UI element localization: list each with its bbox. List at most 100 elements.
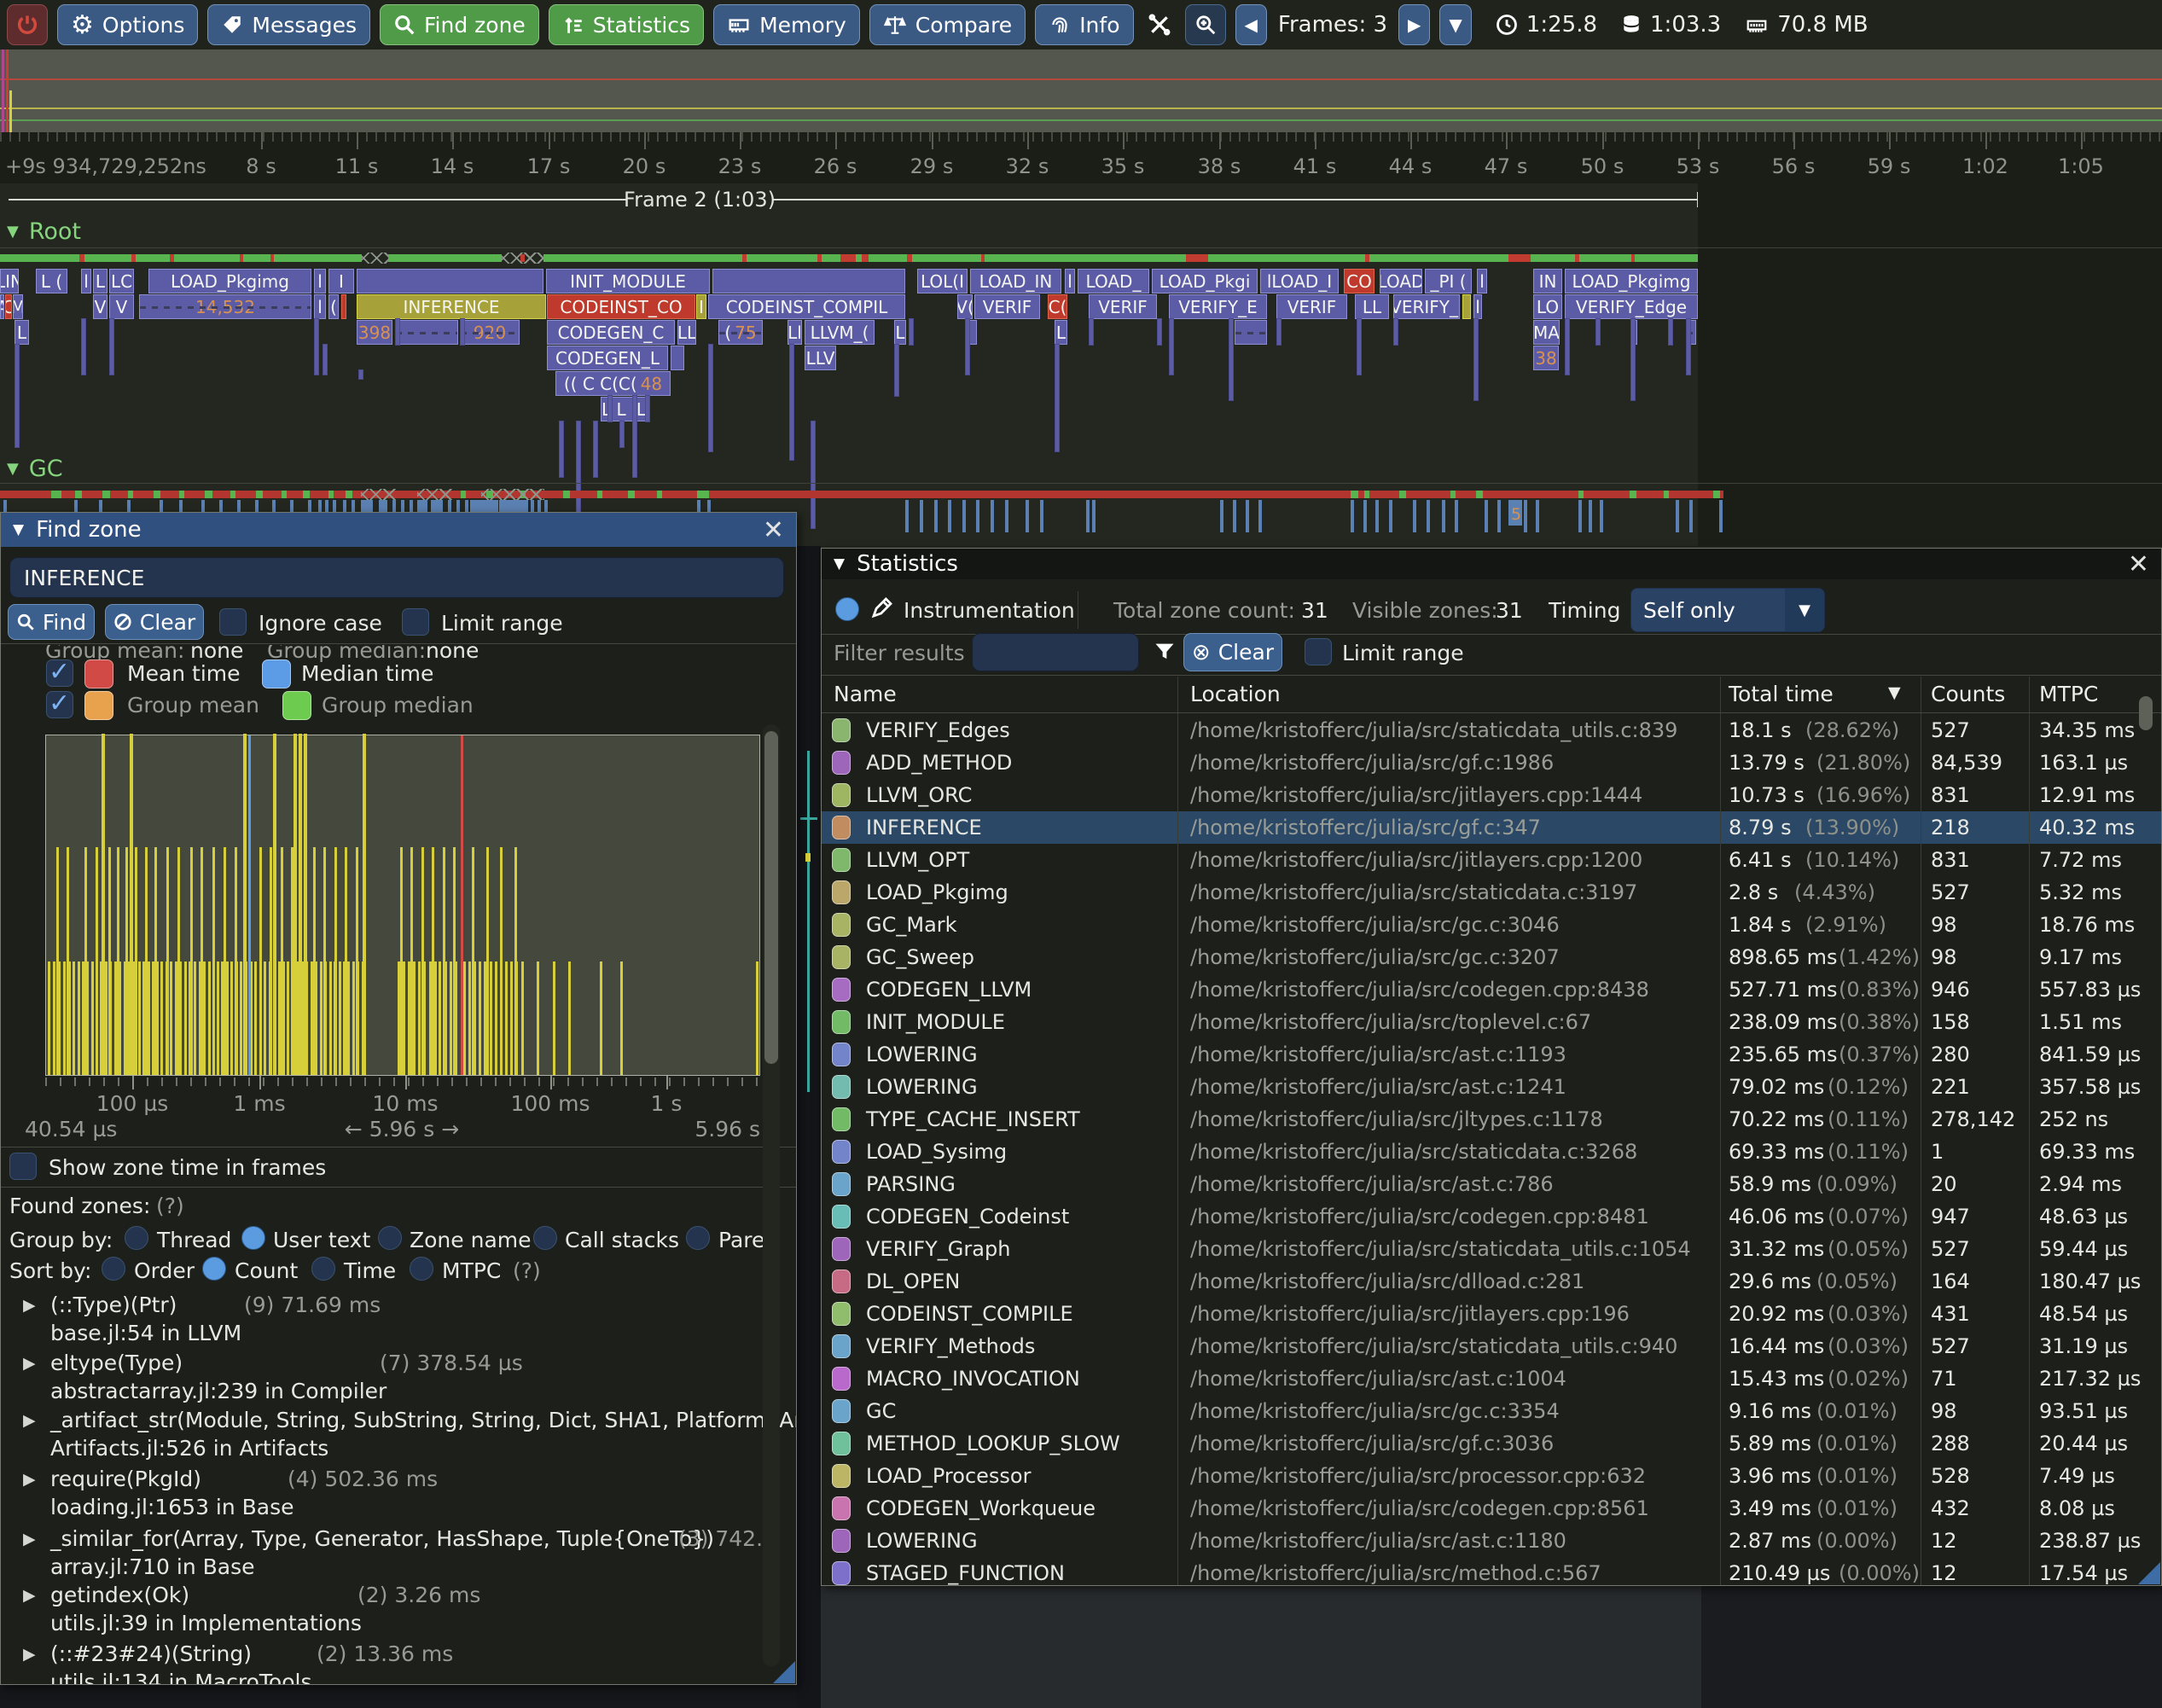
frame-bar-slow-segment[interactable] bbox=[742, 254, 747, 262]
statistics-titlebar[interactable]: ▼ Statistics ✕ bbox=[822, 549, 2161, 579]
group-by-radio-pare[interactable] bbox=[686, 1226, 710, 1250]
table-row[interactable]: CODEGEN_Workqueue/home/kristofferc/julia… bbox=[822, 1492, 2162, 1525]
timeline-zone[interactable]: LL bbox=[677, 320, 696, 345]
table-row[interactable]: CODEINST_COMPILE/home/kristofferc/julia/… bbox=[822, 1298, 2162, 1330]
timeline-zone[interactable]: L bbox=[1055, 320, 1067, 345]
gc-zone-tick[interactable] bbox=[1413, 500, 1416, 532]
frame-bar-slow-segment[interactable] bbox=[131, 254, 136, 262]
gc-zone-tick[interactable] bbox=[1389, 500, 1392, 532]
timeline-zone-stub[interactable] bbox=[619, 421, 625, 448]
timeline-zone[interactable]: LL bbox=[1355, 294, 1389, 319]
group-by-radio-thread[interactable] bbox=[125, 1226, 148, 1250]
timeline-zone[interactable]: ( 75 bbox=[718, 320, 763, 345]
timeline-zone[interactable]: LC bbox=[109, 269, 134, 293]
search-input[interactable]: INFERENCE bbox=[9, 557, 784, 598]
timeline-zone-stub[interactable] bbox=[395, 318, 400, 346]
frame-bar-segment[interactable] bbox=[1531, 254, 1698, 262]
timeline-zone[interactable]: VERIFY_Edge bbox=[1565, 294, 1698, 319]
timeline-zone-stub[interactable] bbox=[645, 395, 650, 422]
frame-bar-slow-segment[interactable] bbox=[817, 254, 822, 262]
timeline-zone-stub[interactable] bbox=[1473, 318, 1479, 401]
collapse-triangle-icon[interactable]: ▼ bbox=[7, 223, 19, 241]
table-row[interactable]: DL_OPEN/home/kristofferc/julia/src/dlloa… bbox=[822, 1265, 2162, 1298]
group-by-radio-user-text[interactable] bbox=[241, 1226, 265, 1250]
column-header-location[interactable]: Location bbox=[1190, 682, 1281, 706]
timing-dropdown[interactable]: Self only ▼ bbox=[1630, 588, 1825, 632]
table-row[interactable]: LOAD_Sysimg/home/kristofferc/julia/src/s… bbox=[822, 1136, 2162, 1168]
timeline-zone[interactable]: (( C C(C(48 bbox=[555, 371, 671, 396]
timeline-zone[interactable] bbox=[712, 269, 905, 293]
frame-bar-slow-segment[interactable] bbox=[1186, 254, 1208, 262]
timeline-zone[interactable]: LOAD_Pkgi bbox=[1152, 269, 1258, 293]
gc-zone-tick[interactable] bbox=[976, 500, 979, 532]
frame-bar-slow-segment[interactable] bbox=[79, 254, 84, 262]
found-zone-item[interactable]: ▶eltype(Type)(7) 378.54 µsabstractarray.… bbox=[1, 1351, 796, 1403]
show-zone-time-checkbox[interactable] bbox=[9, 1153, 37, 1180]
timeline-zone[interactable]: LOAD bbox=[1380, 269, 1422, 293]
collapse-triangle-icon[interactable]: ▼ bbox=[13, 521, 24, 538]
find-button[interactable]: Find bbox=[8, 604, 95, 640]
timeline-zone[interactable]: LO bbox=[1533, 294, 1562, 319]
column-separator[interactable] bbox=[1177, 677, 1178, 1586]
table-row[interactable]: GC_Mark/home/kristofferc/julia/src/gc.c:… bbox=[822, 909, 2162, 941]
timeline-zone[interactable]: CODEINST_CO bbox=[547, 294, 695, 319]
timeline-zone[interactable]: LLV bbox=[805, 346, 836, 370]
table-row[interactable]: VERIFY_Methods/home/kristofferc/julia/sr… bbox=[822, 1330, 2162, 1362]
sort-by-radio-mtpc[interactable] bbox=[410, 1257, 433, 1281]
timeline-zone[interactable] bbox=[357, 269, 543, 293]
gc-zone-tick[interactable] bbox=[1719, 500, 1723, 532]
table-row[interactable]: LOWERING/home/kristofferc/julia/src/ast.… bbox=[822, 1038, 2162, 1071]
gc-zone-tick[interactable] bbox=[905, 500, 909, 532]
frame-bar-slow-segment[interactable] bbox=[1365, 254, 1369, 262]
filter-clear-button[interactable]: ⊗ Clear bbox=[1183, 633, 1282, 671]
gc-zone-tick[interactable] bbox=[920, 500, 923, 532]
found-zone-item[interactable]: ▶getindex(Ok)(2) 3.26 msutils.jl:39 in I… bbox=[1, 1583, 796, 1635]
found-zone-item[interactable]: ▶(::#23#24)(String)(2) 13.36 msutils.jl:… bbox=[1, 1641, 796, 1685]
timeline-zone-stub[interactable] bbox=[1157, 318, 1162, 346]
timeline-zone-stub[interactable] bbox=[1668, 318, 1673, 346]
gc-zone-tick[interactable] bbox=[1442, 500, 1445, 532]
timeline-zone[interactable]: I bbox=[328, 269, 354, 293]
timeline-zone-stub[interactable] bbox=[1276, 318, 1282, 346]
timeline-zone[interactable]: VERIFY_E bbox=[1169, 294, 1267, 319]
timeline-zone[interactable]: VERIF bbox=[1276, 294, 1347, 319]
timeline-zone-stub[interactable] bbox=[358, 369, 363, 380]
timeline-zone[interactable]: l bbox=[81, 269, 91, 293]
timeline-zone[interactable]: _PI ( bbox=[1425, 269, 1472, 293]
column-header-total-time[interactable]: Total time bbox=[1729, 682, 1834, 706]
gc-zone-tick[interactable] bbox=[962, 500, 966, 532]
thread-gc-label[interactable]: ▼ GC bbox=[7, 456, 63, 482]
timeline-zone[interactable] bbox=[1235, 320, 1267, 345]
table-row[interactable]: LLVM_ORC/home/kristofferc/julia/src/jitl… bbox=[822, 779, 2162, 811]
timeline-zone[interactable]: l bbox=[314, 269, 326, 293]
gc-zone-tick[interactable] bbox=[1233, 500, 1236, 532]
timeline-zone[interactable]: 920 bbox=[460, 320, 520, 345]
resize-grip[interactable] bbox=[2138, 1562, 2160, 1584]
table-row[interactable]: TYPE_CACHE_INSERT/home/kristofferc/julia… bbox=[822, 1103, 2162, 1136]
gc-zone-tick[interactable] bbox=[1676, 500, 1679, 532]
collapse-triangle-icon[interactable]: ▼ bbox=[834, 555, 845, 572]
timeline-zone[interactable]: LOL(I bbox=[917, 269, 968, 293]
timeline-zone[interactable]: LOAD_Pkgimg bbox=[148, 269, 311, 293]
frame-bar-slow-segment[interactable] bbox=[240, 254, 243, 262]
table-row[interactable]: ADD_METHOD/home/kristofferc/julia/src/gf… bbox=[822, 747, 2162, 779]
table-row[interactable]: LOWERING/home/kristofferc/julia/src/ast.… bbox=[822, 1525, 2162, 1557]
table-row[interactable]: LOAD_Processor/home/kristofferc/julia/sr… bbox=[822, 1460, 2162, 1492]
timeline-zone[interactable]: L bbox=[93, 269, 108, 293]
table-row[interactable]: INFERENCE/home/kristofferc/julia/src/gf.… bbox=[822, 811, 2162, 844]
table-row[interactable]: CODEGEN_Codeinst/home/kristofferc/julia/… bbox=[822, 1200, 2162, 1233]
instrumentation-radio[interactable] bbox=[835, 597, 859, 621]
frame-bar-slow-segment[interactable] bbox=[1575, 254, 1579, 262]
gc-zone-tick[interactable] bbox=[991, 500, 994, 532]
timeline-zone-stub[interactable] bbox=[559, 421, 564, 478]
power-button[interactable] bbox=[7, 4, 48, 45]
timeline-zone[interactable]: CO bbox=[1344, 269, 1374, 293]
gc-zone-tick[interactable] bbox=[1427, 500, 1430, 532]
timeline-zone[interactable]: L bbox=[15, 320, 29, 345]
sort-by-radio-order[interactable] bbox=[102, 1257, 125, 1281]
timeline-zone[interactable]: V bbox=[93, 294, 108, 319]
compare-button[interactable]: Compare bbox=[869, 4, 1026, 45]
timeline-zone-stub[interactable] bbox=[314, 318, 319, 375]
gc-zone-tick[interactable] bbox=[1689, 500, 1693, 532]
found-zone-item[interactable]: ▶(::Type)(Ptr)(9) 71.69 msbase.jl:54 in … bbox=[1, 1293, 796, 1345]
